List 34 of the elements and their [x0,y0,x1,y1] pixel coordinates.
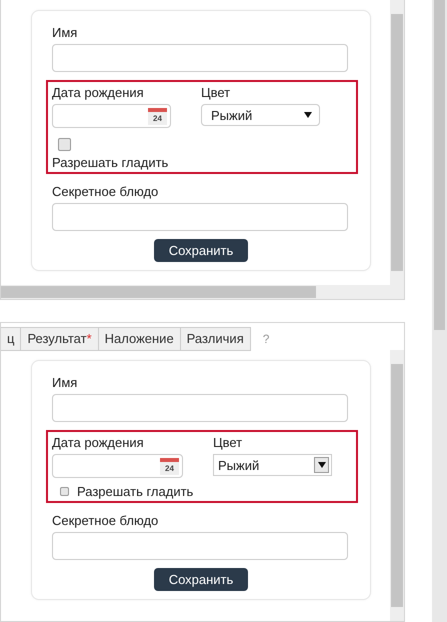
tab[interactable]: Результат* [21,326,99,350]
field-label: Цвет [213,435,244,450]
page-scrollbar[interactable] [432,0,447,622]
save-button[interactable]: Сохранить [154,568,248,591]
color-select[interactable]: Рыжий [213,454,332,476]
checkbox[interactable] [58,138,71,151]
field-label: Имя [52,25,78,40]
field-label: Секретное блюдо [52,184,160,199]
checkbox-label: Разрешать гладить [52,155,168,170]
field-label: Дата рождения [52,435,145,450]
calendar-icon[interactable]: 24 [160,458,179,474]
field-label: Цвет [201,85,232,100]
input-field[interactable] [52,44,348,72]
color-select[interactable]: Рыжий [201,104,320,126]
input-field[interactable] [52,532,348,560]
tab[interactable]: ц [1,326,22,350]
checkbox-label: Разрешать гладить [77,484,194,499]
field-label: Секретное блюдо [52,513,160,528]
checkbox[interactable] [60,487,69,496]
date-field[interactable]: 24 [52,104,171,128]
horizontal-scrollbar[interactable] [1,285,404,299]
field-label: Имя [52,375,78,390]
date-field[interactable]: 24 [52,454,183,478]
vertical-scrollbar[interactable] [390,0,404,285]
caret-icon [314,457,329,473]
calendar-icon[interactable]: 24 [148,108,167,124]
input-field[interactable] [52,203,348,231]
tab[interactable]: Различия [180,326,251,350]
field-label: Дата рождения [52,85,145,100]
save-button[interactable]: Сохранить [154,239,248,262]
input-field[interactable] [52,394,348,422]
caret-icon [303,112,312,118]
vertical-scrollbar[interactable] [390,350,404,621]
tab[interactable]: Наложение [98,326,181,350]
